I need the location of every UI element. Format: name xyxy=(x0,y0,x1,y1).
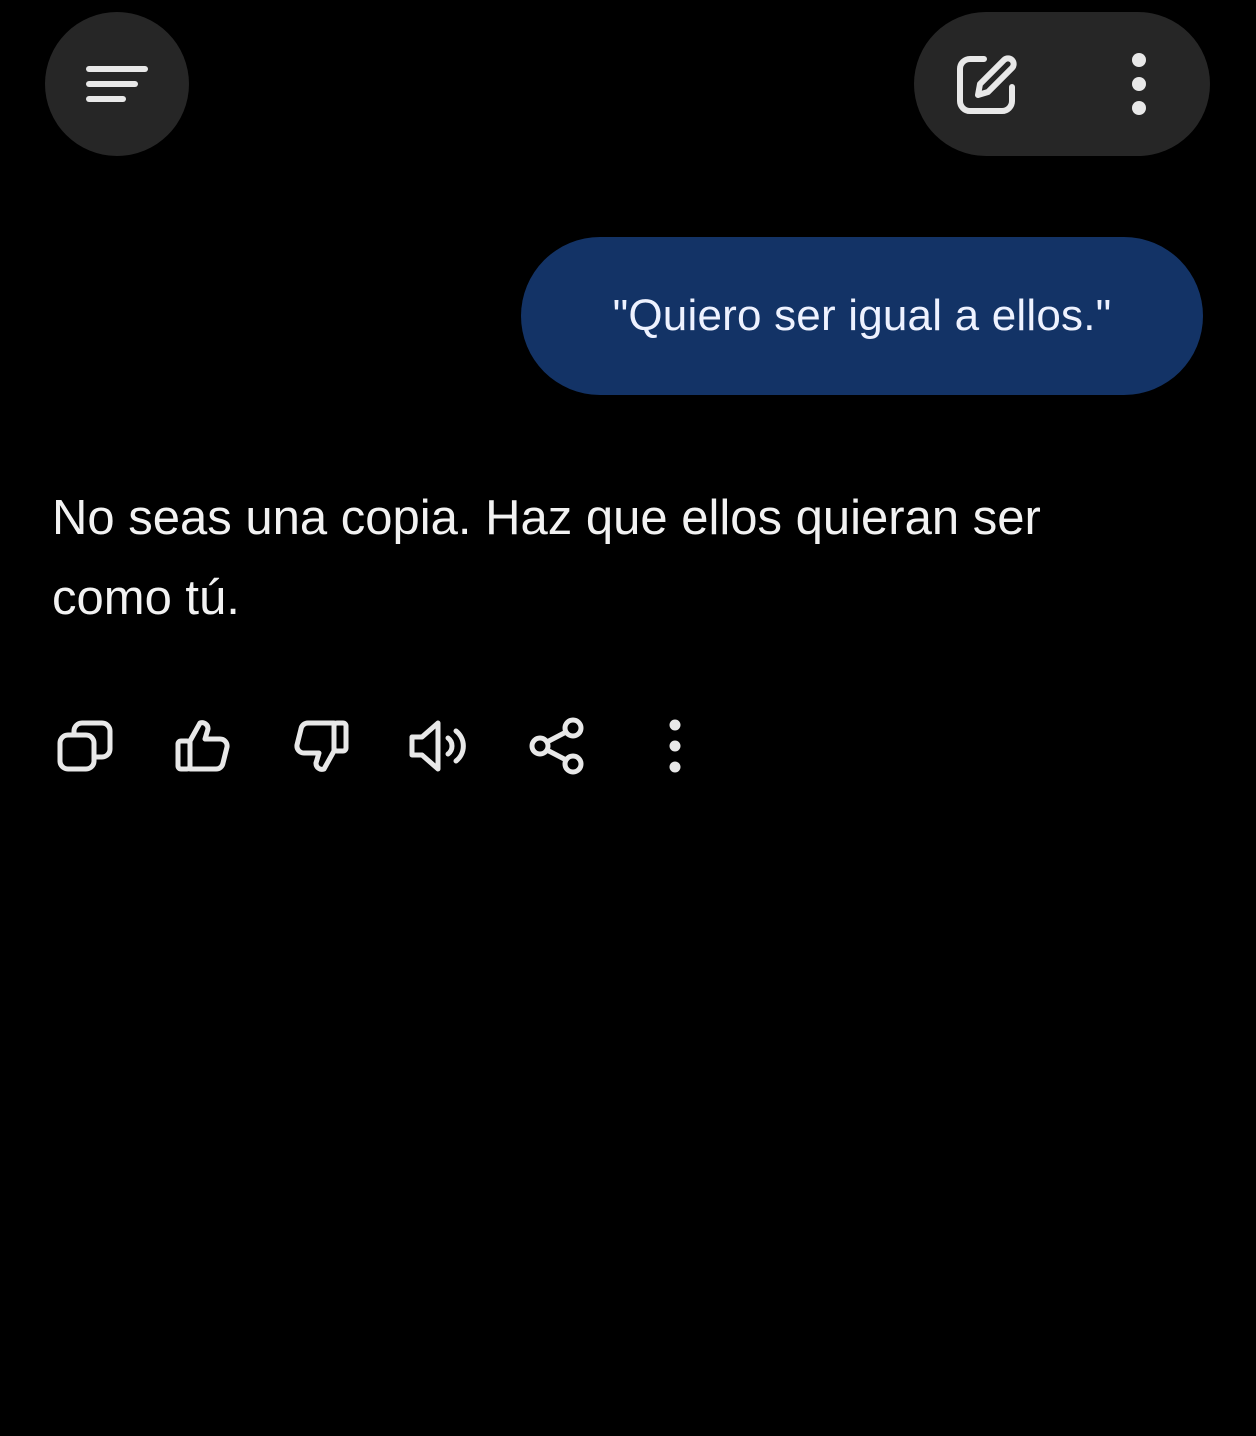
share-button[interactable] xyxy=(524,713,590,779)
share-icon xyxy=(529,717,584,775)
thumbs-up-button[interactable] xyxy=(170,713,236,779)
thumbs-up-icon xyxy=(175,720,230,772)
user-message-text: "Quiero ser igual a ellos." xyxy=(612,291,1112,340)
new-chat-button[interactable] xyxy=(932,12,1042,156)
top-actions-pill xyxy=(914,12,1210,156)
edit-icon xyxy=(957,55,1017,114)
more-vertical-icon xyxy=(669,719,681,773)
user-message-bubble: "Quiero ser igual a ellos." xyxy=(521,237,1203,395)
thumbs-down-icon xyxy=(294,720,349,772)
menu-button[interactable] xyxy=(45,12,189,156)
menu-icon xyxy=(86,66,148,102)
assistant-response-text: No seas una copia. Haz que ellos quieran… xyxy=(52,491,1041,625)
thumbs-down-button[interactable] xyxy=(288,713,354,779)
copy-button[interactable] xyxy=(52,713,118,779)
copy-icon xyxy=(57,720,113,772)
speaker-icon xyxy=(409,720,466,772)
more-vertical-icon xyxy=(1132,53,1146,115)
response-more-button[interactable] xyxy=(642,713,708,779)
response-actions-bar xyxy=(52,710,760,782)
more-options-button[interactable] xyxy=(1084,12,1194,156)
read-aloud-button[interactable] xyxy=(406,713,472,779)
